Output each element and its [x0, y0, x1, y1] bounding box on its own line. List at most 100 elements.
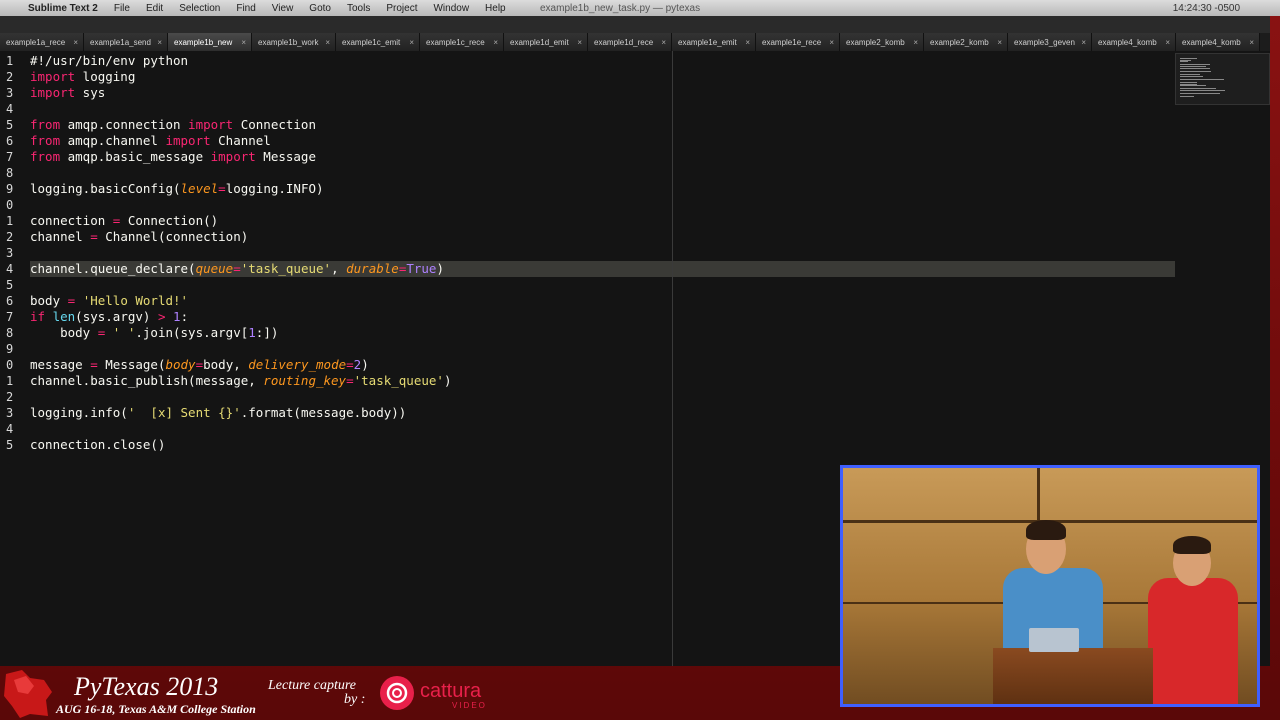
tab-close-icon[interactable]: ×: [913, 38, 918, 47]
tab-close-icon[interactable]: ×: [241, 38, 246, 47]
mac-menu-bar: Sublime Text 2 File Edit Selection Find …: [0, 0, 1280, 16]
menu-goto[interactable]: Goto: [309, 3, 331, 14]
texas-mascot-logo: [4, 670, 52, 718]
tab-3[interactable]: example1b_work ×: [252, 33, 336, 51]
code-token: logging.basicConfig(: [30, 181, 181, 196]
code-line[interactable]: connection.close(): [30, 437, 1175, 453]
code-line[interactable]: connection = Connection(): [30, 213, 1175, 229]
vendor-name: cattura: [420, 680, 482, 702]
tab-close-icon[interactable]: ×: [745, 38, 750, 47]
tab-5[interactable]: example1c_rece ×: [420, 33, 504, 51]
menu-app-name[interactable]: Sublime Text 2: [28, 3, 98, 14]
tab-10[interactable]: example2_komb ×: [840, 33, 924, 51]
minimap-line: [1180, 96, 1195, 98]
code-token: from: [30, 133, 61, 148]
line-number: 0: [6, 358, 14, 372]
menu-find[interactable]: Find: [236, 3, 255, 14]
line-number: 3: [6, 406, 14, 420]
code-line[interactable]: body = 'Hello World!': [30, 293, 1175, 309]
tab-label: example3_geven: [1014, 37, 1075, 47]
tab-11[interactable]: example2_komb ×: [924, 33, 1008, 51]
menu-window[interactable]: Window: [433, 3, 469, 14]
code-token: sys: [75, 85, 106, 100]
menu-file[interactable]: File: [114, 3, 130, 14]
tab-close-icon[interactable]: ×: [1249, 38, 1254, 47]
tab-label: example1c_emit: [342, 37, 401, 47]
code-line[interactable]: [30, 389, 1175, 405]
menu-project[interactable]: Project: [386, 3, 417, 14]
code-token: amqp.channel: [60, 133, 166, 148]
tab-close-icon[interactable]: ×: [325, 38, 330, 47]
tab-9[interactable]: example1e_rece ×: [756, 33, 840, 51]
code-line[interactable]: body = ' '.join(sys.argv[1:]): [30, 325, 1175, 341]
line-number: 1: [6, 214, 14, 228]
code-line[interactable]: from amqp.basic_message import Message: [30, 149, 1175, 165]
tab-close-icon[interactable]: ×: [997, 38, 1002, 47]
code-line[interactable]: from amqp.channel import Channel: [30, 133, 1175, 149]
code-token: ' [x] Sent {}': [127, 405, 241, 420]
menu-selection[interactable]: Selection: [179, 3, 220, 14]
tab-close-icon[interactable]: ×: [409, 38, 414, 47]
tab-close-icon[interactable]: ×: [829, 38, 834, 47]
code-token: connection.close(): [30, 437, 166, 452]
code-line[interactable]: [30, 421, 1175, 437]
code-line[interactable]: logging.info(' [x] Sent {}'.format(messa…: [30, 405, 1175, 421]
code-token: =: [233, 261, 241, 276]
tab-12[interactable]: example3_geven ×: [1008, 33, 1092, 51]
tab-4[interactable]: example1c_emit ×: [336, 33, 420, 51]
code-line[interactable]: from amqp.connection import Connection: [30, 117, 1175, 133]
tab-close-icon[interactable]: ×: [577, 38, 582, 47]
code-line[interactable]: channel.basic_publish(message, routing_k…: [30, 373, 1175, 389]
speaker-right-body: [1148, 578, 1238, 704]
code-line[interactable]: message = Message(body=body, delivery_mo…: [30, 357, 1175, 373]
code-line[interactable]: import logging: [30, 69, 1175, 85]
code-line[interactable]: [30, 277, 1175, 293]
tab-7[interactable]: example1d_rece ×: [588, 33, 672, 51]
tab-label: example4_komb: [1098, 37, 1157, 47]
code-line[interactable]: [30, 197, 1175, 213]
menu-help[interactable]: Help: [485, 3, 506, 14]
code-line[interactable]: #!/usr/bin/env python: [30, 53, 1175, 69]
code-token: logging.info(: [30, 405, 128, 420]
minimap-line: [1180, 78, 1224, 80]
speaker-left-hair: [1026, 520, 1066, 540]
tab-14[interactable]: example4_komb ×: [1176, 33, 1260, 51]
tab-close-icon[interactable]: ×: [661, 38, 666, 47]
minimap[interactable]: [1175, 53, 1270, 105]
tab-13[interactable]: example4_komb ×: [1092, 33, 1176, 51]
tab-2[interactable]: example1b_new ×: [168, 33, 252, 51]
code-token: >: [157, 309, 166, 324]
tab-8[interactable]: example1e_emit ×: [672, 33, 756, 51]
menu-view[interactable]: View: [272, 3, 294, 14]
minimap-line: [1180, 67, 1211, 69]
current-code-line[interactable]: channel.queue_declare(queue='task_queue'…: [30, 261, 1175, 277]
tab-close-icon[interactable]: ×: [1165, 38, 1170, 47]
tab-6[interactable]: example1d_emit ×: [504, 33, 588, 51]
menu-tools[interactable]: Tools: [347, 3, 370, 14]
tab-0[interactable]: example1a_rece ×: [0, 33, 84, 51]
code-token: len: [52, 309, 76, 324]
code-token: channel.basic_publish(message,: [30, 373, 264, 388]
tab-label: example1e_emit: [678, 37, 737, 47]
code-line[interactable]: import sys: [30, 85, 1175, 101]
tab-1[interactable]: example1a_send ×: [84, 33, 168, 51]
tab-strip: example1a_rece × example1a_send × example1b_…: [0, 33, 1270, 51]
menu-edit[interactable]: Edit: [146, 3, 163, 14]
code-token: Channel(connection): [97, 229, 249, 244]
code-line[interactable]: [30, 165, 1175, 181]
code-line[interactable]: [30, 341, 1175, 357]
code-line[interactable]: [30, 245, 1175, 261]
line-number: 3: [6, 86, 14, 100]
code-line[interactable]: [30, 101, 1175, 117]
code-line[interactable]: if len(sys.argv) > 1:: [30, 309, 1175, 325]
code-line[interactable]: logging.basicConfig(level=logging.INFO): [30, 181, 1175, 197]
code-token: Connection: [233, 117, 316, 132]
tab-close-icon[interactable]: ×: [73, 38, 78, 47]
tab-close-icon[interactable]: ×: [493, 38, 498, 47]
tab-close-icon[interactable]: ×: [157, 38, 162, 47]
code-token: amqp.basic_message: [60, 149, 211, 164]
minimap-line: [1180, 85, 1207, 87]
line-number: 9: [6, 182, 14, 196]
code-line[interactable]: channel = Channel(connection): [30, 229, 1175, 245]
tab-close-icon[interactable]: ×: [1081, 38, 1086, 47]
